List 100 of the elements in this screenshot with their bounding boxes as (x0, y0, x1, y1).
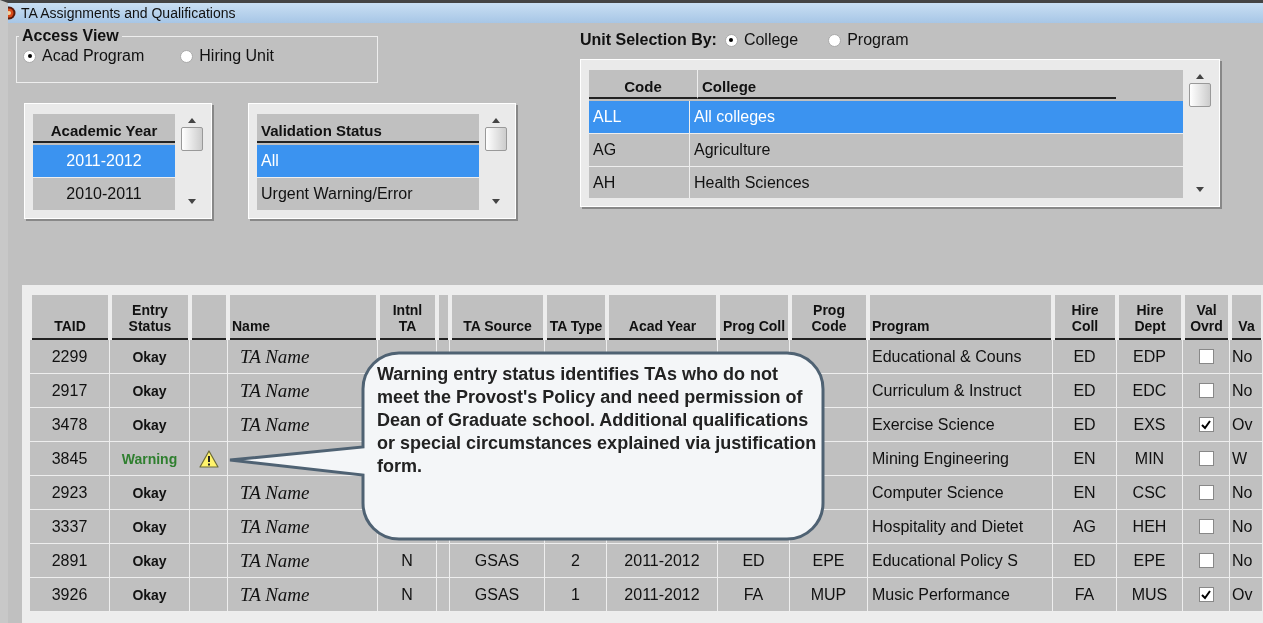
column-header: TAID (32, 295, 108, 340)
group-title: Access View (21, 27, 120, 45)
scroll-up-icon[interactable] (188, 118, 196, 123)
table-cell (437, 544, 450, 578)
column-header: Acad Year (609, 295, 716, 340)
radio-option[interactable]: Program (828, 31, 909, 49)
table-cell: MIN (1117, 442, 1183, 476)
list-item[interactable]: Urgent Warning/Error (257, 178, 479, 210)
code-cell-text: ALL (592, 107, 623, 127)
status-cell: Warning (110, 442, 190, 476)
list-item[interactable]: 2010-2011 (33, 178, 175, 210)
table-cell (190, 578, 228, 612)
college-row[interactable]: AH Health Sciences (589, 167, 1183, 198)
table-cell: 2923 (30, 476, 110, 510)
table-cell: ED (1053, 544, 1117, 578)
column-header: TA Source (452, 295, 543, 340)
column-header: TA Type (547, 295, 605, 340)
table-cell (437, 578, 450, 612)
scroll-down-icon[interactable] (492, 199, 500, 204)
table-cell: Exercise Science (868, 408, 1053, 442)
name-cell: TA Name (228, 510, 378, 544)
column-header: Program (870, 295, 1051, 340)
scrollbar-thumb[interactable] (1189, 83, 1211, 107)
table-cell: Music Performance (868, 578, 1053, 612)
table-cell: Educational & Couns (868, 340, 1053, 374)
table-cell: Ov (1230, 578, 1263, 612)
table-cell: Hospitality and Dietet (868, 510, 1053, 544)
table-cell: EDP (1117, 340, 1183, 374)
column-header: College (697, 70, 1116, 99)
table-cell: No (1230, 510, 1263, 544)
checkbox[interactable] (1198, 519, 1214, 534)
table-cell: N (378, 578, 437, 612)
table-cell: 2011-2012 (607, 544, 718, 578)
table-cell: No (1230, 340, 1263, 374)
status-cell: Okay (110, 544, 190, 578)
table-cell: EPE (790, 544, 868, 578)
checkbox[interactable] (1198, 485, 1214, 500)
table-cell: FA (1053, 578, 1117, 612)
college-row[interactable]: AG Agriculture (589, 134, 1183, 167)
radio-option[interactable]: Acad Program (23, 47, 145, 65)
table-cell: No (1230, 476, 1263, 510)
table-cell: MUS (1117, 578, 1183, 612)
code-cell-text: AH (592, 173, 617, 193)
status-cell: Okay (110, 476, 190, 510)
table-cell: 1 (545, 578, 607, 612)
table-cell: Computer Science (868, 476, 1053, 510)
radio-option[interactable]: College (724, 31, 799, 49)
table-cell: 2891 (30, 544, 110, 578)
scroll-up-icon[interactable] (492, 118, 500, 123)
table-cell: 2011-2012 (607, 578, 718, 612)
checkbox[interactable] (1198, 587, 1214, 602)
callout-text: Warning entry status identifies TAs who do not meet the Provost's Policy and need permission of Dean of Graduate school. Additional qualifications or special circumstances explained via justification form. (377, 363, 817, 478)
radio-option[interactable]: Hiring Unit (180, 47, 274, 65)
code-cell-text: AG (592, 140, 618, 160)
checkbox[interactable] (1198, 553, 1214, 568)
table-cell: 3478 (30, 408, 110, 442)
table-cell: EXS (1117, 408, 1183, 442)
table-cell: No (1230, 544, 1263, 578)
table-cell: N (378, 544, 437, 578)
scrollbar-thumb[interactable] (485, 127, 507, 151)
table-cell: ED (1053, 374, 1117, 408)
column-header: Va (1232, 295, 1261, 340)
table-cell: 3926 (30, 578, 110, 612)
table-cell: EDC (1117, 374, 1183, 408)
status-cell: Okay (110, 374, 190, 408)
table-cell: 2299 (30, 340, 110, 374)
checkbox[interactable] (1198, 451, 1214, 466)
window-title: TA Assignments and Qualifications (21, 5, 236, 21)
table-cell: EN (1053, 442, 1117, 476)
table-cell: EPE (1117, 544, 1183, 578)
column-header: Academic Year (33, 114, 175, 143)
table-cell: CSC (1117, 476, 1183, 510)
checkbox[interactable] (1198, 383, 1214, 398)
table-cell: 2917 (30, 374, 110, 408)
table-cell: ED (1053, 408, 1117, 442)
scroll-down-icon[interactable] (1196, 187, 1204, 192)
column-header: Prog Code (792, 295, 866, 340)
name-cell: TA Name (228, 544, 378, 578)
table-cell (190, 374, 228, 408)
checkbox[interactable] (1198, 417, 1214, 432)
checkbox[interactable] (1198, 349, 1214, 364)
table-cell: Mining Engineering (868, 442, 1053, 476)
name-cell: TA Name (228, 578, 378, 612)
column-header: Prog Coll (720, 295, 788, 340)
table-cell: 2 (545, 544, 607, 578)
status-cell: Okay (110, 340, 190, 374)
table-cell: GSAS (450, 544, 545, 578)
column-header: Intnl TA (380, 295, 435, 340)
table-cell (190, 510, 228, 544)
column-header: Code (589, 70, 697, 99)
scroll-down-icon[interactable] (188, 199, 196, 204)
table-cell: Curriculum & Instruct (868, 374, 1053, 408)
table-cell: EN (1053, 476, 1117, 510)
table-cell: 3337 (30, 510, 110, 544)
scroll-up-icon[interactable] (1196, 74, 1204, 79)
column-header: Val Ovrd (1185, 295, 1228, 340)
table-cell: Ov (1230, 408, 1263, 442)
scrollbar-thumb[interactable] (181, 127, 203, 151)
warning-icon (198, 449, 219, 468)
column-header: Hire Coll (1055, 295, 1115, 340)
